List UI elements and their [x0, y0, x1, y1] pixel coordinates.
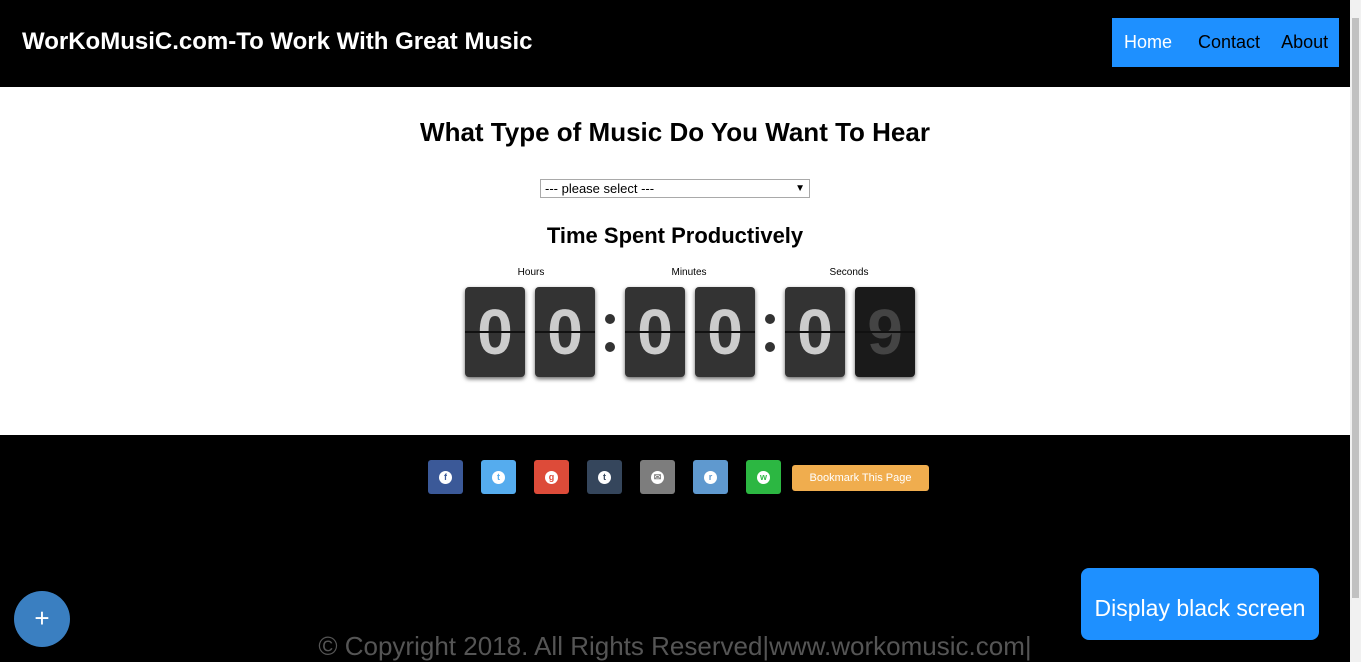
select-value: --- please select ---	[545, 181, 655, 196]
minutes-label: Minutes	[671, 267, 707, 278]
tumblr-share-button[interactable]: t	[587, 460, 622, 494]
whatsapp-share-button[interactable]: w	[746, 460, 781, 494]
google-plus-share-button[interactable]: g	[534, 460, 569, 494]
scrollbar-thumb[interactable]	[1352, 18, 1359, 598]
main-nav: Home Contact About	[1112, 18, 1339, 67]
minutes-tens-digit: 0	[625, 287, 685, 377]
page-title: What Type of Music Do You Want To Hear	[420, 117, 930, 147]
page: WorKoMusiC.com-To Work With Great Music …	[0, 0, 1361, 662]
tumblr-icon: t	[598, 471, 611, 484]
hours-ones-digit: 0	[535, 287, 595, 377]
add-button[interactable]: +	[14, 591, 70, 647]
seconds-label: Seconds	[829, 267, 869, 278]
minutes-ones-digit: 0	[695, 287, 755, 377]
scrollbar[interactable]	[1350, 0, 1361, 662]
separator-dot	[765, 342, 775, 352]
site-header: WorKoMusiC.com-To Work With Great Music …	[0, 0, 1350, 87]
hours-tens-digit: 0	[465, 287, 525, 377]
separator-dot	[765, 314, 775, 324]
reddit-icon: r	[704, 471, 717, 484]
reddit-share-button[interactable]: r	[693, 460, 728, 494]
email-icon: ✉	[651, 471, 664, 484]
facebook-share-button[interactable]: f	[428, 460, 463, 494]
hours-label: Hours	[517, 267, 545, 278]
bookmark-button[interactable]: Bookmark This Page	[792, 465, 929, 491]
separator-dot	[605, 342, 615, 352]
seconds-ones-digit: 9	[855, 287, 915, 377]
facebook-icon: f	[439, 471, 452, 484]
email-share-button[interactable]: ✉	[640, 460, 675, 494]
google-plus-icon: g	[545, 471, 558, 484]
seconds-tens-digit: 0	[785, 287, 845, 377]
separator-dot	[605, 314, 615, 324]
timer-heading: Time Spent Productively	[546, 223, 804, 248]
twitter-share-button[interactable]: t	[481, 460, 516, 494]
twitter-icon: t	[492, 471, 505, 484]
nav-home-link[interactable]: Home	[1124, 32, 1172, 53]
main-content: What Type of Music Do You Want To Hear -…	[0, 87, 1350, 435]
whatsapp-icon: w	[757, 471, 770, 484]
nav-contact-link[interactable]: Contact	[1198, 32, 1260, 53]
music-type-select[interactable]: --- please select --- ▼	[540, 179, 810, 198]
chevron-down-icon: ▼	[795, 183, 805, 194]
nav-about-link[interactable]: About	[1281, 32, 1328, 53]
display-black-screen-button[interactable]: Display black screen	[1081, 568, 1319, 640]
site-title[interactable]: WorKoMusiC.com-To Work With Great Music	[22, 28, 532, 56]
